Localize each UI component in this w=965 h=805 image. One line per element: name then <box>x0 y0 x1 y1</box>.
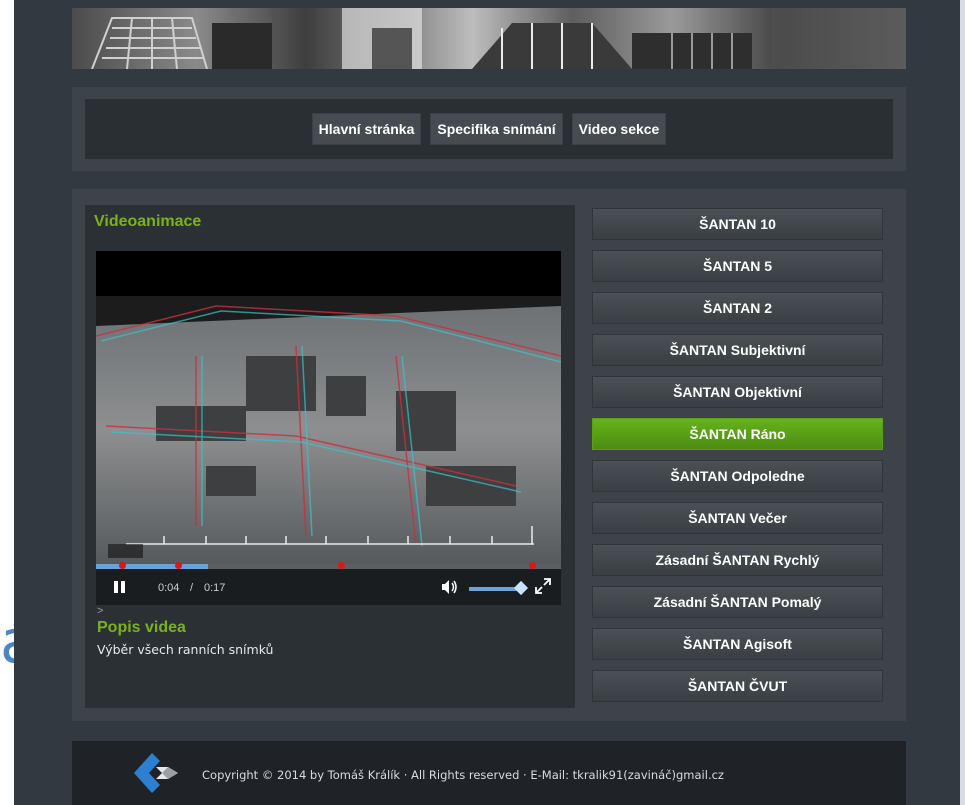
description-text: Výběr všech ranních snímků <box>97 642 274 657</box>
video-player[interactable]: 0:04 / 0:17 <box>96 251 561 605</box>
description-marker: > <box>97 605 104 617</box>
nav-link-video-section[interactable]: Video sekce <box>571 113 667 145</box>
chapter-marker[interactable] <box>175 562 182 569</box>
fullscreen-icon[interactable] <box>534 577 552 595</box>
video-item-santan-agisoft[interactable]: ŠANTAN Agisoft <box>592 628 883 660</box>
volume-slider-handle[interactable] <box>514 580 529 596</box>
video-panel: Videoanimace 0:04 / 0:17 > Popis videa V… <box>85 205 575 708</box>
current-time: 0:04 <box>158 582 180 594</box>
chapter-marker[interactable] <box>119 562 126 569</box>
chapter-marker[interactable] <box>338 562 345 569</box>
video-item-santan-subjektivni[interactable]: ŠANTAN Subjektivní <box>592 334 883 366</box>
nav-link-home[interactable]: Hlavní stránka <box>311 113 422 145</box>
video-item-santan-10[interactable]: ŠANTAN 10 <box>592 208 883 240</box>
video-item-zasadni-rychly[interactable]: Zásadní ŠANTAN Rychlý <box>592 544 883 576</box>
browser-edge <box>960 0 965 805</box>
chapter-marker[interactable] <box>529 562 536 569</box>
nav-link-specifics[interactable]: Specifika snímání <box>430 113 563 145</box>
video-controls: 0:04 / 0:17 <box>96 562 561 605</box>
copyright-text: Copyright © 2014 by Tomáš Králík · All R… <box>202 768 724 782</box>
page: Hlavní stránka Specifika snímání Video s… <box>14 0 960 805</box>
progress-fill <box>96 564 208 569</box>
video-item-santan-2[interactable]: ŠANTAN 2 <box>592 292 883 324</box>
progress-bar[interactable] <box>96 562 561 569</box>
nav-bar: Hlavní stránka Specifika snímání Video s… <box>85 99 893 159</box>
video-item-santan-vecer[interactable]: ŠANTAN Večer <box>592 502 883 534</box>
video-frame[interactable] <box>96 296 561 564</box>
section-title: Videoanimace <box>94 213 202 230</box>
pause-icon[interactable] <box>114 581 127 593</box>
footer: Copyright © 2014 by Tomáš Králík · All R… <box>72 741 906 805</box>
video-item-zasadni-pomaly[interactable]: Zásadní ŠANTAN Pomalý <box>592 586 883 618</box>
main-navigation: Hlavní stránka Specifika snímání Video s… <box>72 87 906 171</box>
video-item-santan-rano[interactable]: ŠANTAN Ráno <box>592 418 883 450</box>
video-item-santan-odpoledne[interactable]: ŠANTAN Odpoledne <box>592 460 883 492</box>
time-separator: / <box>190 582 194 594</box>
header-banner-image <box>72 8 906 69</box>
video-item-santan-objektivni[interactable]: ŠANTAN Objektivní <box>592 376 883 408</box>
video-item-santan-cvut[interactable]: ŠANTAN ČVUT <box>592 670 883 702</box>
description-title: Popis videa <box>97 619 186 636</box>
duration: 0:17 <box>204 582 226 594</box>
site-logo <box>134 753 178 793</box>
video-item-santan-5[interactable]: ŠANTAN 5 <box>592 250 883 282</box>
content-area: Videoanimace 0:04 / 0:17 > Popis videa V… <box>72 189 906 721</box>
video-list: ŠANTAN 10 ŠANTAN 5 ŠANTAN 2 ŠANTAN Subje… <box>592 208 883 712</box>
volume-icon[interactable] <box>441 579 459 595</box>
